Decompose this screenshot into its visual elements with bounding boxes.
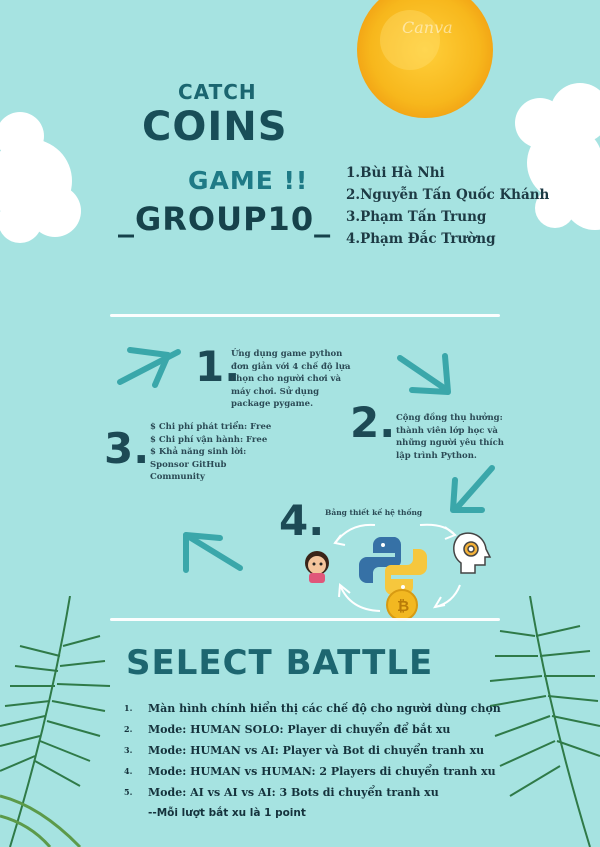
infographic-page: { "title": { "line1": "CATCH", "line2": … bbox=[0, 0, 600, 847]
list-item: 2. Mode: HUMAN SOLO: Player di chuyển để … bbox=[124, 723, 451, 736]
step-3-line: $ Chi phí phát triển: Free bbox=[150, 422, 272, 432]
coin-icon: ₿ bbox=[386, 589, 418, 621]
python-logo-icon bbox=[359, 537, 427, 595]
ai-head-icon bbox=[453, 532, 492, 574]
list-item: 3. Mode: HUMAN vs AI: Player và Bot di ch… bbox=[124, 744, 485, 757]
step-2-number: 2. bbox=[350, 398, 396, 447]
step-3-line: $ Chi phí vận hành: Free bbox=[150, 434, 268, 445]
select-battle-heading: SELECT BATTLE bbox=[126, 643, 434, 683]
step-3-text: $ Chi phí phát triển: Free $ Chi phí vận… bbox=[150, 421, 272, 484]
list-item: 1. Màn hình chính hiển thị các chế độ cho… bbox=[124, 702, 501, 715]
player-character-icon bbox=[305, 551, 329, 583]
list-item: 5. Mode: AI vs AI vs AI: 3 Bots di chuyển… bbox=[124, 786, 439, 799]
step-2-text: Cộng đồng thụ hưởng: thành viên lớp học … bbox=[396, 413, 504, 461]
divider-bottom bbox=[110, 618, 500, 621]
step-1-text: Ứng dụng game python đơn giản với 4 chế … bbox=[231, 349, 351, 409]
battle-mode-list: 1. Màn hình chính hiển thị các chế độ cho… bbox=[124, 698, 501, 824]
step-3-number: 3. bbox=[104, 424, 150, 473]
list-item: 4. Mode: HUMAN vs HUMAN: 2 Players di chu… bbox=[124, 765, 496, 778]
point-note: --Mỗi lượt bắt xu là 1 point bbox=[148, 807, 306, 819]
step-3-line: $ Khả năng sinh lời: Sponsor GitHub Comm… bbox=[150, 447, 247, 482]
palm-leaf-left-illustration bbox=[0, 596, 111, 847]
svg-text:₿: ₿ bbox=[397, 597, 409, 615]
